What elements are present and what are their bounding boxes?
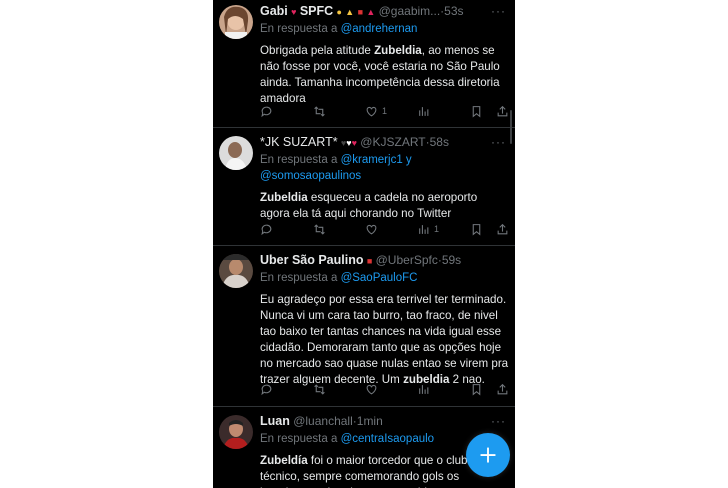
plus-icon: [480, 447, 496, 463]
avatar[interactable]: [219, 254, 253, 288]
tweet-text: Zubeldia esqueceu a cadela no aeroporto …: [260, 191, 478, 220]
author-name[interactable]: Luan: [260, 414, 290, 428]
like-button[interactable]: 1: [365, 103, 387, 119]
bookmark-icon: [472, 383, 481, 396]
share-icon: [497, 223, 508, 234]
reply-prefix: En respuesta a: [260, 154, 338, 166]
views-button[interactable]: [417, 381, 430, 397]
avatar-image: [219, 415, 253, 449]
reply-context: En respuesta a @kramerjc1 y @somosaopaul…: [260, 152, 510, 184]
reply-to-link[interactable]: @andrehernan: [341, 23, 418, 35]
reply-button[interactable]: [260, 381, 273, 397]
reply-button[interactable]: [260, 221, 273, 237]
views-button[interactable]: [417, 103, 430, 119]
scrollbar[interactable]: [510, 110, 512, 144]
more-options-icon[interactable]: ···: [491, 413, 506, 429]
medal-emoji-icon: ●: [336, 7, 342, 17]
share-icon: [497, 105, 508, 116]
retweet-icon: [314, 223, 325, 235]
share-button[interactable]: [496, 221, 509, 237]
reply-context: En respuesta a @andrehernan: [260, 21, 510, 37]
avatar[interactable]: [219, 136, 253, 170]
author-handle[interactable]: @KJSZART: [360, 135, 425, 149]
tweet[interactable]: *JK SUZART* ♥♥♥ @KJSZART·58s ··· En resp…: [213, 128, 515, 246]
tweet-header: *JK SUZART* ♥♥♥ @KJSZART·58s ···: [260, 134, 510, 150]
tweet-header: Luan @luanchall·1min ···: [260, 413, 510, 429]
views-chart-icon: [419, 384, 429, 394]
author-name[interactable]: *JK SUZART*: [260, 135, 338, 149]
share-icon: [497, 383, 508, 394]
timeline-screen: Gabi ♥ SPFC ● ▲ ■ ▲ @gaabim...·53s ··· E…: [213, 0, 515, 488]
tweet-actions: [260, 381, 510, 397]
avatar-image: [219, 254, 253, 288]
tweet-header: Gabi ♥ SPFC ● ▲ ■ ▲ @gaabim...·53s ···: [260, 3, 510, 19]
avatar-image: [219, 5, 253, 39]
tweet-text: Eu agradeço por essa era terrivel ter te…: [260, 293, 509, 386]
share-button[interactable]: [496, 103, 509, 119]
heart-icon: [366, 384, 377, 394]
tweet-header: Uber São Paulino ■ @UberSpfc·59s: [260, 252, 510, 268]
retweet-button[interactable]: [313, 103, 326, 119]
tweet-text: Obrigada pela atitude Zubeldia, ao menos…: [260, 44, 500, 105]
avatar-image: [219, 136, 253, 170]
flag-emoji-icon: ■: [357, 7, 363, 17]
heart-icon: [366, 106, 377, 116]
heart-emoji-icon: ♥: [291, 7, 297, 17]
tweet-time[interactable]: 58s: [430, 135, 449, 149]
bookmark-button[interactable]: [470, 381, 483, 397]
retweet-button[interactable]: [313, 221, 326, 237]
reply-to-link[interactable]: @SaoPauloFC: [341, 272, 418, 284]
author-name[interactable]: Gabi: [260, 4, 288, 18]
reply-icon: [261, 106, 272, 117]
like-button[interactable]: [365, 381, 378, 397]
bookmark-button[interactable]: [470, 221, 483, 237]
views-chart-icon: [419, 224, 429, 234]
tweet-actions: 1: [260, 103, 510, 119]
heart-icon: [366, 224, 377, 234]
share-button[interactable]: [496, 381, 509, 397]
tweet-time[interactable]: 1min: [357, 414, 383, 428]
bookmark-icon: [472, 223, 481, 236]
bookmark-icon: [472, 105, 481, 118]
author-handle[interactable]: @luanchall: [293, 414, 353, 428]
flag-emoji-icon: ■: [366, 256, 373, 266]
avatar[interactable]: [219, 415, 253, 449]
bookmark-button[interactable]: [470, 103, 483, 119]
tweet[interactable]: Gabi ♥ SPFC ● ▲ ■ ▲ @gaabim...·53s ··· E…: [213, 0, 515, 128]
author-name-suffix[interactable]: SPFC: [300, 4, 333, 18]
retweet-icon: [314, 105, 325, 117]
reply-to-link[interactable]: @centraIsaopaulo: [341, 433, 435, 445]
more-options-icon[interactable]: ···: [491, 3, 506, 19]
triangle-emoji-icon: ▲: [366, 7, 376, 17]
views-chart-icon: [419, 106, 429, 116]
avatar[interactable]: [219, 5, 253, 39]
red-heart-icon: ♥: [351, 138, 357, 148]
retweet-icon: [314, 383, 325, 395]
author-name[interactable]: Uber São Paulino: [260, 253, 364, 267]
retweet-button[interactable]: [313, 381, 326, 397]
tweet-actions: 1: [260, 221, 510, 237]
reply-icon: [261, 224, 272, 235]
author-handle[interactable]: @UberSpfc: [376, 253, 438, 267]
reply-prefix: En respuesta a: [260, 23, 338, 35]
reply-to-link-2[interactable]: @somosaopaulinos: [260, 170, 361, 182]
reply-context: En respuesta a @SaoPauloFC: [260, 270, 510, 286]
trophy-emoji-icon: ▲: [345, 7, 355, 17]
reply-icon: [261, 384, 272, 395]
reply-prefix: En respuesta a: [260, 272, 338, 284]
compose-button[interactable]: [466, 433, 510, 477]
tweet[interactable]: Uber São Paulino ■ @UberSpfc·59s En resp…: [213, 246, 515, 407]
reply-button[interactable]: [260, 103, 273, 119]
views-button[interactable]: 1: [417, 221, 439, 237]
like-count: 1: [382, 106, 388, 116]
author-handle[interactable]: @gaabim...: [379, 4, 441, 18]
reply-prefix: En respuesta a: [260, 433, 338, 445]
more-options-icon[interactable]: ···: [491, 134, 506, 150]
tweet-time[interactable]: 53s: [444, 4, 463, 18]
views-count: 1: [434, 224, 440, 234]
tweet-time[interactable]: 59s: [442, 253, 461, 267]
reply-to-link[interactable]: @kramerjc1 y: [341, 154, 412, 166]
like-button[interactable]: [365, 221, 378, 237]
